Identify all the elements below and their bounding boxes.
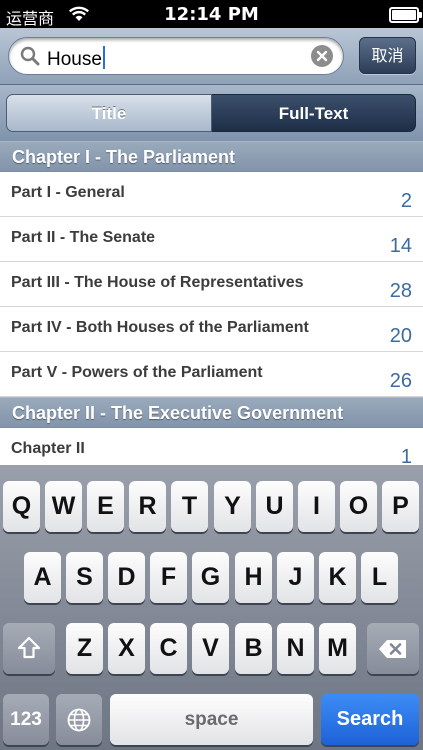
key-u[interactable]: U [256, 481, 293, 532]
list-item-count: 14 [389, 235, 412, 257]
text-caret [102, 46, 105, 69]
key-q[interactable]: Q [3, 481, 40, 532]
list-item-count: 26 [389, 370, 412, 392]
key-k[interactable]: K [319, 552, 356, 603]
globe-icon [66, 705, 92, 733]
list-item[interactable]: Part I - General 2 [0, 172, 423, 217]
list-item[interactable]: Part II - The Senate 14 [0, 217, 423, 262]
search-input[interactable]: House [8, 37, 344, 75]
section-header-chapter-2: Chapter II - The Executive Government [0, 397, 423, 428]
space-key[interactable]: space [110, 694, 313, 745]
list-item[interactable]: Part V - Powers of the Parliament 26 [0, 352, 423, 397]
segment-full-text[interactable]: Full-Text [212, 94, 416, 132]
globe-key[interactable] [56, 694, 102, 745]
key-i[interactable]: I [298, 481, 335, 532]
shift-key[interactable] [3, 623, 55, 674]
search-bar: House 取消 [0, 28, 423, 85]
clear-icon[interactable] [311, 45, 333, 67]
list-item-count: 28 [389, 280, 412, 302]
search-query: House [47, 46, 105, 71]
delete-key[interactable] [367, 623, 419, 674]
key-j[interactable]: J [277, 552, 314, 603]
key-p[interactable]: P [382, 481, 419, 532]
segmented-control: Title Full-Text [0, 85, 423, 141]
list-item-count: 2 [400, 190, 412, 212]
list-item[interactable]: Part III - The House of Representatives … [0, 262, 423, 307]
key-c[interactable]: C [150, 623, 187, 674]
results-list: Chapter I - The Parliament Part I - Gene… [0, 141, 423, 473]
list-item-label: Chapter II [11, 440, 85, 457]
status-time: 12:14 PM [164, 4, 259, 25]
search-key[interactable]: Search [321, 694, 419, 745]
numbers-key[interactable]: 123 [3, 694, 49, 745]
battery-fill [392, 10, 416, 20]
key-f[interactable]: F [150, 552, 187, 603]
cancel-button[interactable]: 取消 [359, 37, 416, 74]
key-a[interactable]: A [24, 552, 61, 603]
key-n[interactable]: N [277, 623, 314, 674]
key-d[interactable]: D [108, 552, 145, 603]
list-item-label: Part I - General [11, 184, 125, 201]
key-g[interactable]: G [192, 552, 229, 603]
battery-tip [419, 12, 422, 18]
key-e[interactable]: E [87, 481, 124, 532]
search-query-text: House [47, 49, 102, 70]
list-item-label: Part V - Powers of the Parliament [11, 364, 263, 381]
list-item-label: Part II - The Senate [11, 229, 156, 246]
status-bar: 运营商 12:14 PM [0, 0, 423, 28]
battery-icon [389, 7, 422, 23]
key-v[interactable]: V [192, 623, 229, 674]
search-icon [20, 46, 40, 66]
list-item-label: Part III - The House of Representatives [11, 274, 304, 291]
key-h[interactable]: H [235, 552, 272, 603]
section-header-chapter-1: Chapter I - The Parliament [0, 141, 423, 172]
shift-icon [16, 634, 42, 662]
key-w[interactable]: W [45, 481, 82, 532]
key-r[interactable]: R [129, 481, 166, 532]
keyboard: Q W E R T Y U I O P A S D F G H J K L Z … [0, 465, 423, 750]
key-z[interactable]: Z [66, 623, 103, 674]
key-o[interactable]: O [340, 481, 377, 532]
key-b[interactable]: B [235, 623, 272, 674]
segment-title[interactable]: Title [6, 94, 212, 132]
key-m[interactable]: M [319, 623, 356, 674]
key-y[interactable]: Y [214, 481, 251, 532]
key-t[interactable]: T [171, 481, 208, 532]
list-item-count: 20 [389, 325, 412, 347]
key-x[interactable]: X [108, 623, 145, 674]
key-s[interactable]: S [66, 552, 103, 603]
key-l[interactable]: L [361, 552, 398, 603]
list-item[interactable]: Part IV - Both Houses of the Parliament … [0, 307, 423, 352]
delete-icon [378, 634, 408, 662]
list-item-label: Part IV - Both Houses of the Parliament [11, 319, 309, 336]
